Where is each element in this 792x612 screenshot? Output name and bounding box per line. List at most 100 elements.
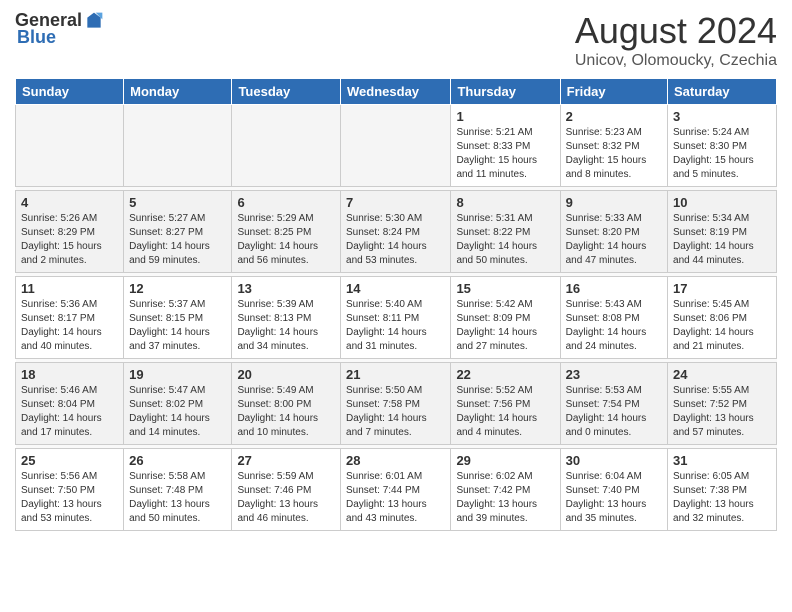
day-number: 28 [346,453,445,468]
week-row-2: 4 Sunrise: 5:26 AM Sunset: 8:29 PM Daylig… [16,191,777,273]
calendar-cell: 22Sunrise: 5:52 AM Sunset: 7:56 PM Dayli… [451,363,560,445]
calendar-cell: 11 Sunrise: 5:36 AM Sunset: 8:17 PM Dayli… [16,277,124,359]
day-number: 15 [456,281,554,296]
day-info: Sunrise: 5:53 AM Sunset: 7:54 PM Dayligh… [566,384,662,440]
header: General Blue August 2024 Unicov, Olomouc… [15,10,777,70]
day-number: 3 [673,109,771,124]
calendar: Sunday Monday Tuesday Wednesday Thursday… [15,78,777,531]
calendar-cell: 8 Sunrise: 5:31 AM Sunset: 8:22 PM Daylig… [451,191,560,273]
day-info: Sunrise: 5:40 AM Sunset: 8:11 PM Dayligh… [346,298,445,354]
day-info: Sunrise: 5:23 AM Sunset: 8:32 PM Dayligh… [566,126,662,182]
calendar-cell: 5 Sunrise: 5:27 AM Sunset: 8:27 PM Daylig… [124,191,232,273]
page: General Blue August 2024 Unicov, Olomouc… [0,0,792,612]
title-block: August 2024 Unicov, Olomoucky, Czechia [575,10,777,70]
day-number: 24 [673,367,771,382]
calendar-cell: 13 Sunrise: 5:39 AM Sunset: 8:13 PM Dayli… [232,277,341,359]
calendar-cell: 1Sunrise: 5:21 AM Sunset: 8:33 PM Daylig… [451,105,560,187]
day-info: Sunrise: 5:45 AM Sunset: 8:06 PM Dayligh… [673,298,771,354]
calendar-cell: 20Sunrise: 5:49 AM Sunset: 8:00 PM Dayli… [232,363,341,445]
day-info: Sunrise: 5:26 AM Sunset: 8:29 PM Dayligh… [21,212,118,268]
day-number: 19 [129,367,226,382]
week-row-4: 18Sunrise: 5:46 AM Sunset: 8:04 PM Dayli… [16,363,777,445]
day-info: Sunrise: 5:30 AM Sunset: 8:24 PM Dayligh… [346,212,445,268]
day-number: 11 [21,281,118,296]
day-number: 4 [21,195,118,210]
calendar-cell [232,105,341,187]
calendar-cell: 24 Sunrise: 5:55 AM Sunset: 7:52 PM Dayli… [668,363,777,445]
day-number: 27 [237,453,335,468]
day-number: 9 [566,195,662,210]
calendar-cell: 19 Sunrise: 5:47 AM Sunset: 8:02 PM Dayli… [124,363,232,445]
calendar-cell: 4 Sunrise: 5:26 AM Sunset: 8:29 PM Daylig… [16,191,124,273]
calendar-cell: 15 Sunrise: 5:42 AM Sunset: 8:09 PM Dayli… [451,277,560,359]
day-info: Sunrise: 5:58 AM Sunset: 7:48 PM Dayligh… [129,470,226,526]
day-number: 14 [346,281,445,296]
day-info: Sunrise: 5:31 AM Sunset: 8:22 PM Dayligh… [456,212,554,268]
calendar-cell: 25 Sunrise: 5:56 AM Sunset: 7:50 PM Dayli… [16,449,124,531]
calendar-cell: 27 Sunrise: 5:59 AM Sunset: 7:46 PM Dayli… [232,449,341,531]
header-row: Sunday Monday Tuesday Wednesday Thursday… [16,79,777,105]
day-info: Sunrise: 5:39 AM Sunset: 8:13 PM Dayligh… [237,298,335,354]
col-tuesday: Tuesday [232,79,341,105]
day-info: Sunrise: 5:24 AM Sunset: 8:30 PM Dayligh… [673,126,771,182]
calendar-cell: 29 Sunrise: 6:02 AM Sunset: 7:42 PM Dayli… [451,449,560,531]
day-info: Sunrise: 6:02 AM Sunset: 7:42 PM Dayligh… [456,470,554,526]
col-saturday: Saturday [668,79,777,105]
day-info: Sunrise: 5:27 AM Sunset: 8:27 PM Dayligh… [129,212,226,268]
day-number: 30 [566,453,662,468]
day-number: 17 [673,281,771,296]
day-info: Sunrise: 5:50 AM Sunset: 7:58 PM Dayligh… [346,384,445,440]
day-number: 16 [566,281,662,296]
day-number: 7 [346,195,445,210]
calendar-cell: 6 Sunrise: 5:29 AM Sunset: 8:25 PM Daylig… [232,191,341,273]
day-info: Sunrise: 5:46 AM Sunset: 8:04 PM Dayligh… [21,384,118,440]
day-info: Sunrise: 5:42 AM Sunset: 8:09 PM Dayligh… [456,298,554,354]
day-info: Sunrise: 5:37 AM Sunset: 8:15 PM Dayligh… [129,298,226,354]
col-thursday: Thursday [451,79,560,105]
day-info: Sunrise: 6:05 AM Sunset: 7:38 PM Dayligh… [673,470,771,526]
day-info: Sunrise: 5:29 AM Sunset: 8:25 PM Dayligh… [237,212,335,268]
logo: General Blue [15,10,104,48]
day-info: Sunrise: 5:55 AM Sunset: 7:52 PM Dayligh… [673,384,771,440]
calendar-cell [16,105,124,187]
day-number: 2 [566,109,662,124]
calendar-cell: 21 Sunrise: 5:50 AM Sunset: 7:58 PM Dayli… [341,363,451,445]
day-number: 6 [237,195,335,210]
day-number: 1 [456,109,554,124]
calendar-cell [124,105,232,187]
day-number: 13 [237,281,335,296]
calendar-cell: 16Sunrise: 5:43 AM Sunset: 8:08 PM Dayli… [560,277,667,359]
day-number: 31 [673,453,771,468]
calendar-cell: 12 Sunrise: 5:37 AM Sunset: 8:15 PM Dayli… [124,277,232,359]
calendar-cell: 23 Sunrise: 5:53 AM Sunset: 7:54 PM Dayli… [560,363,667,445]
day-number: 25 [21,453,118,468]
calendar-cell: 10Sunrise: 5:34 AM Sunset: 8:19 PM Dayli… [668,191,777,273]
calendar-cell: 9 Sunrise: 5:33 AM Sunset: 8:20 PM Daylig… [560,191,667,273]
day-info: Sunrise: 6:04 AM Sunset: 7:40 PM Dayligh… [566,470,662,526]
day-info: Sunrise: 5:56 AM Sunset: 7:50 PM Dayligh… [21,470,118,526]
col-sunday: Sunday [16,79,124,105]
week-row-5: 25 Sunrise: 5:56 AM Sunset: 7:50 PM Dayli… [16,449,777,531]
calendar-cell: 18Sunrise: 5:46 AM Sunset: 8:04 PM Dayli… [16,363,124,445]
day-info: Sunrise: 5:59 AM Sunset: 7:46 PM Dayligh… [237,470,335,526]
day-info: Sunrise: 5:36 AM Sunset: 8:17 PM Dayligh… [21,298,118,354]
day-number: 12 [129,281,226,296]
day-info: Sunrise: 5:33 AM Sunset: 8:20 PM Dayligh… [566,212,662,268]
day-number: 26 [129,453,226,468]
day-number: 21 [346,367,445,382]
day-number: 5 [129,195,226,210]
day-number: 23 [566,367,662,382]
calendar-cell: 2 Sunrise: 5:23 AM Sunset: 8:32 PM Daylig… [560,105,667,187]
day-number: 29 [456,453,554,468]
week-row-1: 1Sunrise: 5:21 AM Sunset: 8:33 PM Daylig… [16,105,777,187]
day-info: Sunrise: 5:34 AM Sunset: 8:19 PM Dayligh… [673,212,771,268]
col-wednesday: Wednesday [341,79,451,105]
day-info: Sunrise: 5:47 AM Sunset: 8:02 PM Dayligh… [129,384,226,440]
col-friday: Friday [560,79,667,105]
calendar-cell: 14 Sunrise: 5:40 AM Sunset: 8:11 PM Dayli… [341,277,451,359]
day-info: Sunrise: 6:01 AM Sunset: 7:44 PM Dayligh… [346,470,445,526]
calendar-cell: 26 Sunrise: 5:58 AM Sunset: 7:48 PM Dayli… [124,449,232,531]
logo-blue: Blue [17,27,104,48]
day-number: 8 [456,195,554,210]
col-monday: Monday [124,79,232,105]
